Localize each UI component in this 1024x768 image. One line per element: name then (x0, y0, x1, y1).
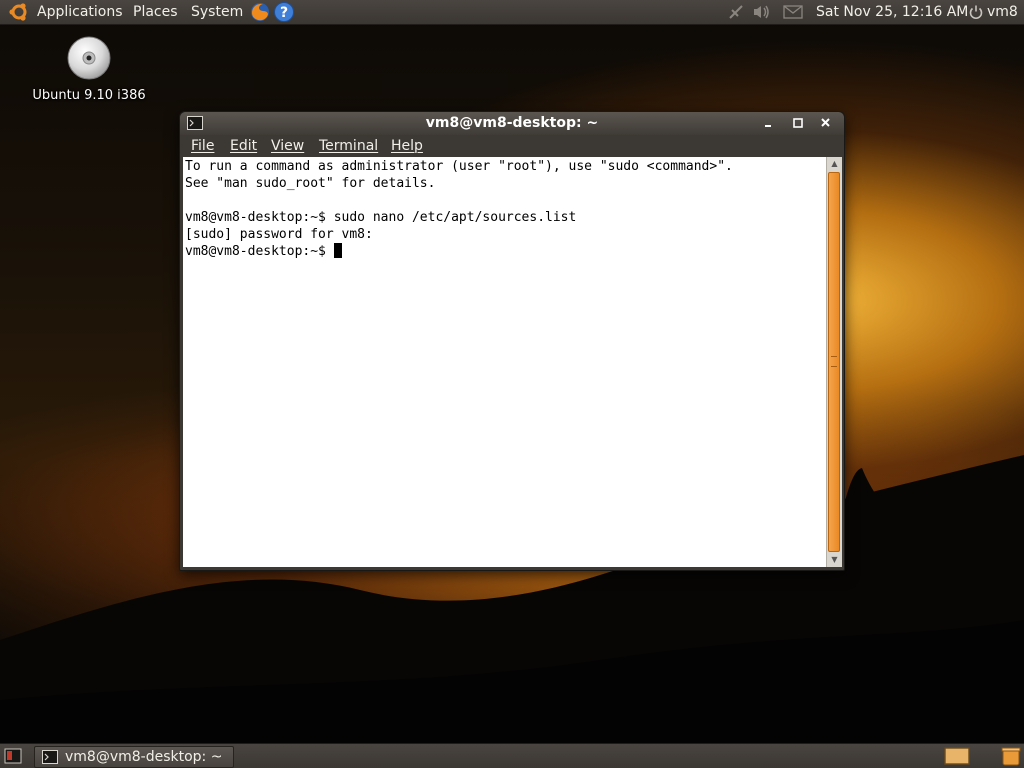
clock[interactable]: Sat Nov 25, 12:16 AM (816, 3, 968, 21)
ubuntu-logo-icon[interactable] (8, 2, 30, 26)
volume-icon[interactable] (753, 4, 771, 24)
mail-icon[interactable] (783, 5, 803, 23)
minimize-button[interactable] (760, 115, 778, 132)
user-menu[interactable]: vm8 (987, 3, 1018, 21)
desktop-icon-ubuntu-cd[interactable]: Ubuntu 9.10 i386 (30, 36, 148, 103)
show-desktop-icon[interactable] (4, 748, 22, 768)
desktop-background: Applications Places System ? Sat Nov 25,… (0, 0, 1024, 768)
menu-edit[interactable]: Edit (230, 137, 257, 155)
scroll-up-arrow-icon[interactable]: ▲ (827, 157, 842, 171)
trash-icon[interactable] (1000, 746, 1022, 768)
terminal-window: vm8@vm8-desktop: ~ File Edit View Termin… (179, 111, 845, 571)
applications-menu[interactable]: Applications (37, 3, 123, 21)
text-cursor (333, 243, 342, 258)
scroll-thumb[interactable] (828, 172, 840, 552)
menu-view[interactable]: View (271, 137, 304, 155)
terminal-menubar: File Edit View Terminal Help (180, 135, 844, 157)
desktop-icon-label: Ubuntu 9.10 i386 (32, 88, 146, 103)
close-button[interactable] (817, 115, 835, 132)
system-menu[interactable]: System (191, 3, 243, 21)
terminal-icon (42, 750, 58, 768)
cd-icon (67, 36, 111, 84)
grip-icon (831, 356, 837, 367)
taskbar-item-terminal[interactable]: vm8@vm8-desktop: ~ (34, 746, 234, 768)
top-panel: Applications Places System ? Sat Nov 25,… (0, 0, 1024, 25)
network-icon[interactable] (728, 4, 744, 24)
firefox-icon[interactable] (249, 1, 271, 27)
maximize-button[interactable] (789, 115, 807, 132)
terminal-title: vm8@vm8-desktop: ~ (425, 115, 599, 131)
terminal-scrollbar[interactable]: ▲ ▼ (826, 157, 842, 567)
menu-file[interactable]: File (191, 137, 214, 155)
terminal-line: vm8@vm8-desktop:~$ sudo nano /etc/apt/so… (185, 210, 577, 225)
taskbar-item-label: vm8@vm8-desktop: ~ (65, 749, 223, 765)
terminal-prompt: vm8@vm8-desktop:~$ (185, 244, 334, 259)
terminal-text-area[interactable]: To run a command as administrator (user … (183, 157, 826, 567)
terminal-line: [sudo] password for vm8: (185, 227, 373, 242)
terminal-line: To run a command as administrator (user … (185, 159, 733, 174)
scroll-down-arrow-icon[interactable]: ▼ (827, 553, 842, 567)
terminal-titlebar[interactable]: vm8@vm8-desktop: ~ (180, 112, 844, 135)
workspace-switcher-icon[interactable] (944, 747, 970, 768)
terminal-prompt-line: vm8@vm8-desktop:~$ (185, 243, 342, 260)
help-icon[interactable]: ? (273, 1, 295, 27)
places-menu[interactable]: Places (133, 3, 178, 21)
menu-help[interactable]: Help (391, 137, 423, 155)
svg-text:?: ? (280, 5, 288, 21)
bottom-panel: vm8@vm8-desktop: ~ (0, 743, 1024, 768)
menu-terminal[interactable]: Terminal (319, 137, 378, 155)
terminal-line: See "man sudo_root" for details. (185, 176, 436, 191)
power-icon[interactable] (968, 4, 984, 24)
